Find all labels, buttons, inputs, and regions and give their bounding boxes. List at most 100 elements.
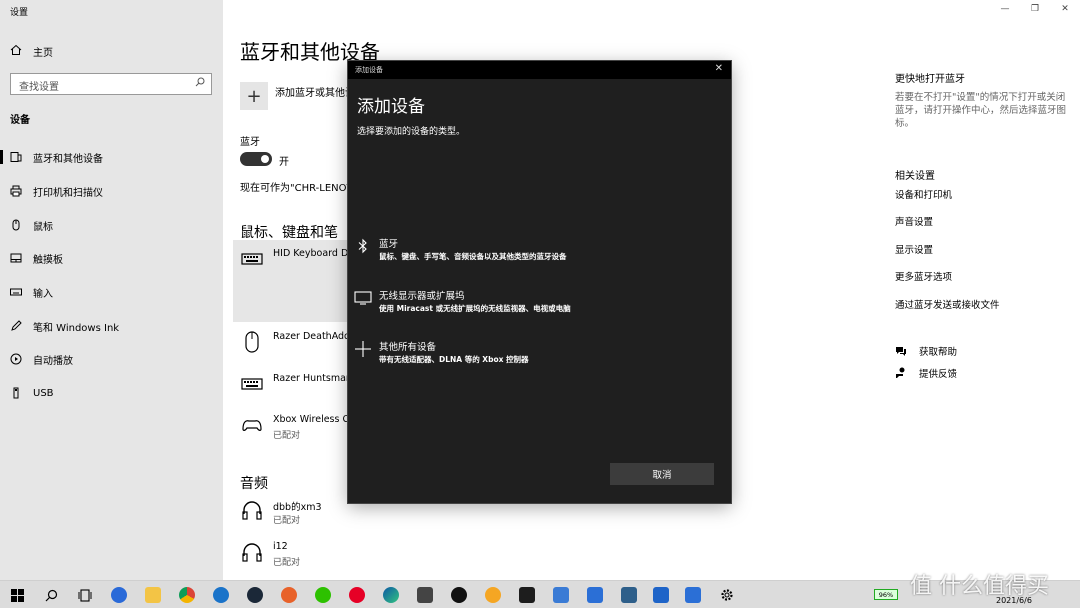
option-name: 蓝牙 — [379, 239, 399, 250]
start-button[interactable] — [7, 585, 27, 605]
nav-item-usb[interactable]: USB — [0, 382, 223, 404]
link-display-settings[interactable]: 显示设置 — [895, 242, 933, 256]
window-controls: — ❐ ✕ — [990, 0, 1080, 18]
nk-app-2[interactable] — [683, 585, 703, 605]
remote-desktop[interactable] — [651, 585, 671, 605]
option-desc: 使用 Miracast 或无线扩展坞的无线监视器、电视或电脑 — [379, 304, 571, 313]
bluetooth-toggle-state: 开 — [279, 157, 289, 168]
orange-app-icon — [281, 587, 297, 603]
home-icon — [10, 44, 23, 59]
steam[interactable] — [245, 585, 265, 605]
task-view-button[interactable] — [75, 585, 95, 605]
link-send-receive-files[interactable]: 通过蓝牙发送或接收文件 — [895, 297, 1000, 311]
battery-indicator[interactable]: 96% — [874, 589, 898, 600]
shield-icon — [213, 587, 229, 603]
add-device-dialog: 添加设备 ✕ 添加设备 选择要添加的设备的类型。 蓝牙 鼠标、键盘、手写笔、音频… — [348, 61, 731, 503]
option-bluetooth[interactable]: 蓝牙 鼠标、键盘、手写笔、音频设备以及其他类型的蓝牙设备 — [348, 234, 731, 268]
restore-icon[interactable]: ❐ — [1020, 0, 1050, 18]
settings-app[interactable] — [717, 585, 737, 605]
bluetooth-label: 蓝牙 — [240, 137, 260, 148]
nk-icon — [587, 587, 603, 603]
option-wireless-display[interactable]: 无线显示器或扩展坞 使用 Miracast 或无线扩展坞的无线监视器、电视或电脑 — [348, 286, 731, 320]
nav-item-bluetooth[interactable]: 蓝牙和其他设备 — [0, 146, 223, 168]
dialog-subtitle: 选择要添加的设备的类型。 — [357, 127, 466, 137]
close-icon[interactable]: ✕ — [715, 63, 723, 74]
mail-app[interactable] — [551, 585, 571, 605]
link-sound-settings[interactable]: 声音设置 — [895, 214, 933, 228]
window-title: 设置 — [10, 8, 29, 18]
nav-item-printers[interactable]: 打印机和扫描仪 — [0, 180, 223, 202]
device-name: Xbox Wireless Co — [273, 414, 348, 425]
fox-icon — [485, 587, 501, 603]
edge[interactable] — [381, 585, 401, 605]
feedback-link[interactable]: 提供反馈 — [895, 366, 957, 380]
pen-icon — [10, 320, 22, 332]
nav-item-label: 输入 — [33, 288, 53, 300]
help-chat-icon — [895, 345, 909, 357]
orange-app[interactable] — [279, 585, 299, 605]
shield-app[interactable] — [211, 585, 231, 605]
get-help-link[interactable]: 获取帮助 — [895, 344, 957, 358]
search-input[interactable]: 查找设置 — [10, 73, 212, 95]
wechat[interactable] — [313, 585, 333, 605]
add-device-button[interactable]: + — [240, 82, 268, 110]
game-icon — [519, 587, 535, 603]
nav-item-label: USB — [33, 387, 54, 399]
nav-home-label: 主页 — [33, 47, 53, 59]
windows-icon — [10, 588, 24, 602]
penguin-icon — [417, 587, 433, 603]
chrome[interactable] — [177, 585, 197, 605]
device-row[interactable]: i12 已配对 — [233, 533, 353, 573]
option-everything-else[interactable]: 其他所有设备 带有无线适配器、DLNA 等的 Xbox 控制器 — [348, 337, 731, 371]
netease-music-icon — [349, 587, 365, 603]
file-explorer[interactable] — [143, 585, 163, 605]
nav-item-label: 触摸板 — [33, 254, 63, 266]
monitor-app[interactable] — [619, 585, 639, 605]
add-device-label[interactable]: 添加蓝牙或其他设 — [275, 84, 355, 99]
device-row[interactable]: dbb的xm3 已配对 — [233, 491, 353, 531]
game-app[interactable] — [517, 585, 537, 605]
related-panel: 更快地打开蓝牙 若要在不打开"设置"的情况下打开或关闭蓝牙，请打开操作中心，然后… — [895, 70, 1070, 380]
app-penguin[interactable] — [415, 585, 435, 605]
printer-icon — [10, 185, 22, 197]
nav-item-label: 蓝牙和其他设备 — [33, 153, 103, 165]
nav-item-touchpad[interactable]: 触摸板 — [0, 247, 223, 269]
option-name: 其他所有设备 — [379, 342, 437, 353]
mouse-icon — [10, 219, 22, 231]
device-row[interactable]: Razer DeathAdde — [233, 323, 353, 363]
discoverable-text: 现在可作为"CHR-LENOVO — [240, 183, 361, 194]
keyboard-icon — [241, 378, 263, 390]
watermark: 值 什么值得买 — [910, 574, 1049, 599]
nav-item-label: 自动播放 — [33, 355, 73, 367]
link-more-bluetooth[interactable]: 更多蓝牙选项 — [895, 269, 952, 283]
nav-item-mouse[interactable]: 鼠标 — [0, 214, 223, 236]
remote-desktop-icon — [653, 587, 669, 603]
mouse-icon — [245, 331, 259, 353]
device-row[interactable]: HID Keyboard Dev — [233, 240, 353, 322]
feedback-icon — [895, 367, 909, 379]
link-devices-printers[interactable]: 设备和打印机 — [895, 187, 952, 201]
keyboard-icon — [241, 253, 263, 265]
fox-app[interactable] — [483, 585, 503, 605]
search-button[interactable] — [41, 585, 61, 605]
device-row[interactable]: Xbox Wireless Co 已配对 — [233, 406, 353, 446]
qq[interactable] — [449, 585, 469, 605]
nav-item-autoplay[interactable]: 自动播放 — [0, 348, 223, 370]
nav-item-pen[interactable]: 笔和 Windows Ink — [0, 315, 223, 337]
qq-icon — [451, 587, 467, 603]
bluetooth-toggle[interactable] — [240, 152, 272, 166]
device-row[interactable]: Razer Huntsman T — [233, 365, 353, 405]
close-icon[interactable]: ✕ — [1050, 0, 1080, 18]
gamepad-icon — [242, 420, 262, 431]
nav-item-typing[interactable]: 输入 — [0, 281, 223, 303]
monitor-app-icon — [621, 587, 637, 603]
nk-app[interactable] — [585, 585, 605, 605]
task-view-icon — [78, 588, 92, 602]
netease-music[interactable] — [347, 585, 367, 605]
nav-home[interactable]: 主页 — [10, 43, 53, 59]
cancel-button[interactable]: 取消 — [610, 463, 714, 485]
related-settings-heading: 相关设置 — [895, 171, 935, 182]
steam-icon — [247, 587, 263, 603]
minimize-icon[interactable]: — — [990, 0, 1020, 18]
app-l[interactable] — [109, 585, 129, 605]
